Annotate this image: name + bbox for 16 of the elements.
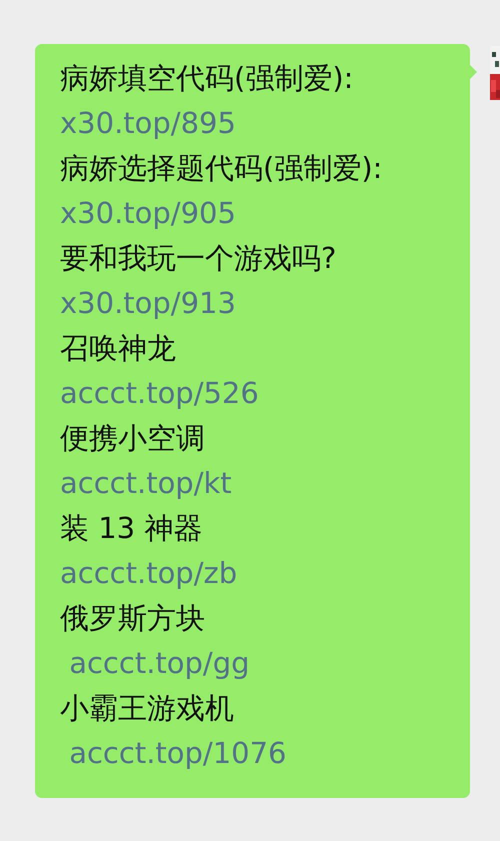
- message-link[interactable]: accct.top/zb: [60, 551, 238, 596]
- message-link[interactable]: accct.top/gg: [60, 641, 250, 686]
- message-link[interactable]: x30.top/913: [60, 281, 236, 326]
- message-text: 俄罗斯方块: [60, 600, 205, 637]
- message-link[interactable]: x30.top/905: [60, 191, 236, 236]
- message-text: 便携小空调: [60, 420, 205, 457]
- message-text: 装 13 神器: [60, 510, 202, 547]
- message-link[interactable]: accct.top/526: [60, 371, 259, 416]
- message-text: 召唤神龙: [60, 330, 176, 367]
- message-link[interactable]: accct.top/1076: [60, 731, 287, 776]
- message-link[interactable]: x30.top/895: [60, 101, 236, 146]
- message-text: 要和我玩一个游戏吗?: [60, 240, 336, 277]
- message-text: 小霸王游戏机: [60, 690, 234, 727]
- message-text: 病娇填空代码(强制爱):: [60, 60, 354, 97]
- message-text: 病娇选择题代码(强制爱):: [60, 150, 382, 187]
- message-link[interactable]: accct.top/kt: [60, 461, 232, 506]
